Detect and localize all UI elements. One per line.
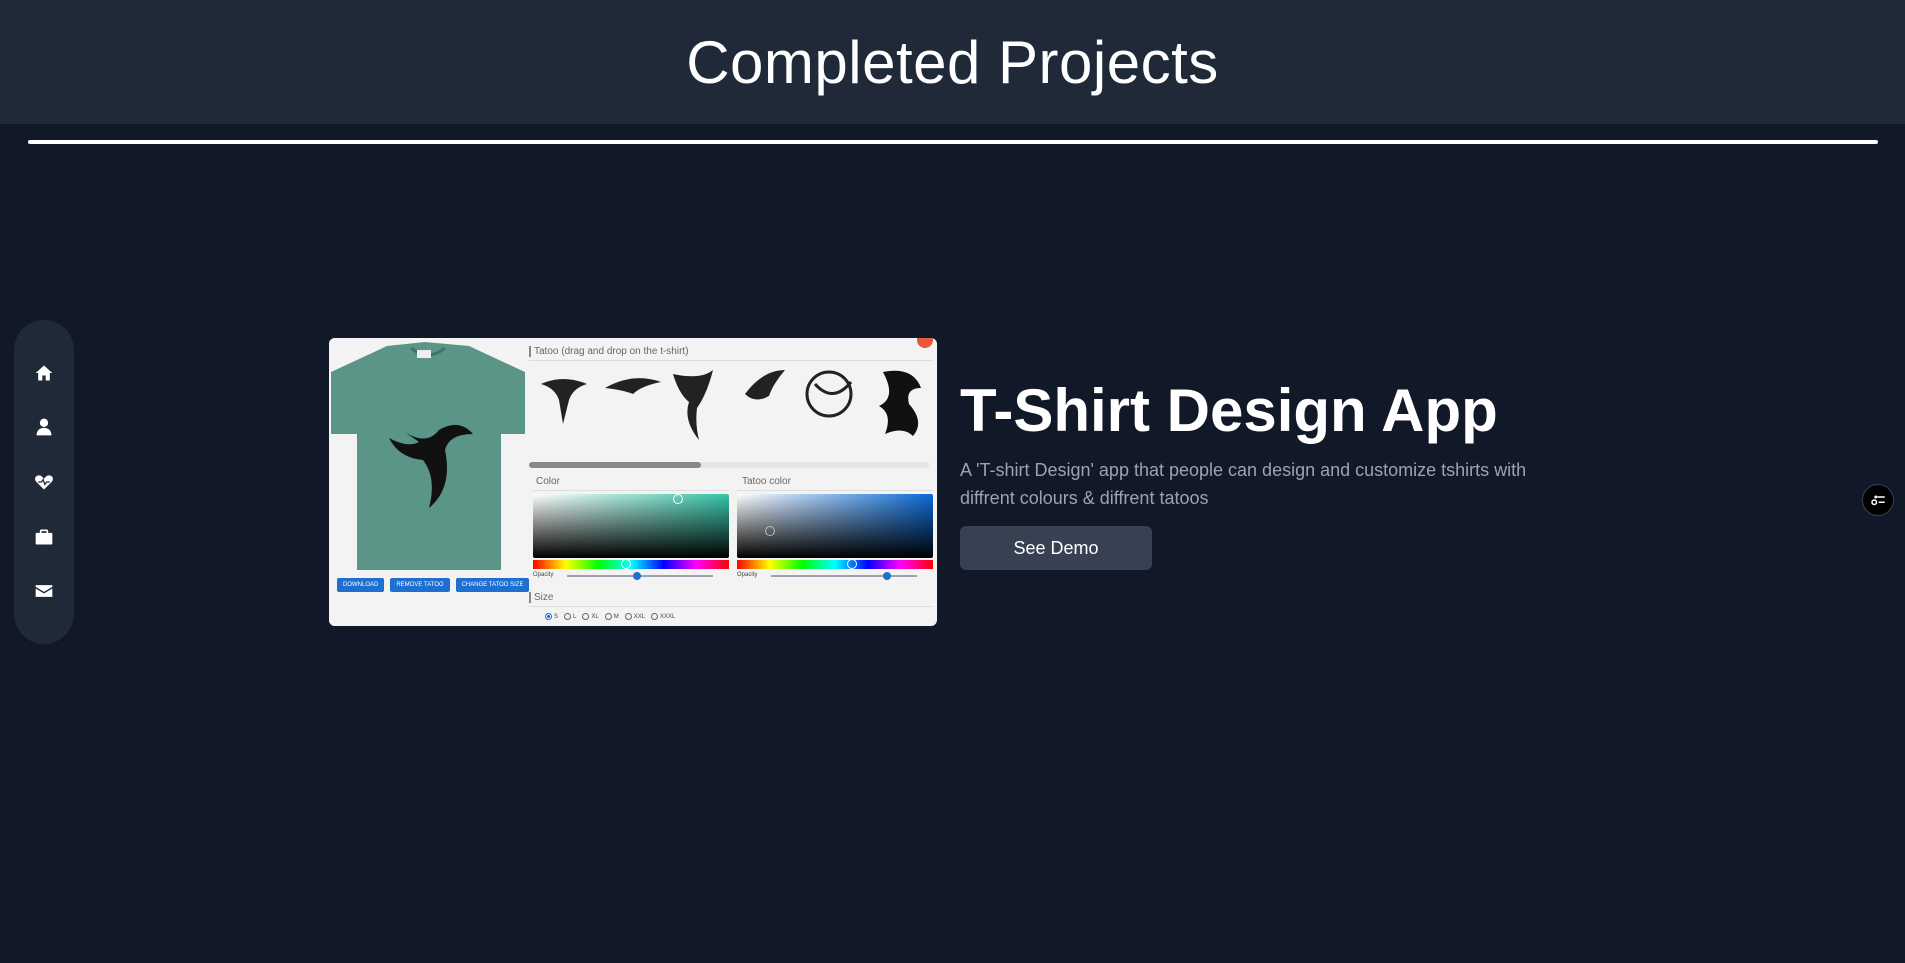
nav-about-button[interactable] — [24, 407, 64, 447]
color-section-line — [533, 490, 729, 491]
size-option: L — [564, 613, 576, 620]
shirt-color-picker — [533, 494, 729, 558]
tattoo-section-label: Tatoo (drag and drop on the t-shirt) — [529, 346, 689, 357]
radio-selected — [545, 613, 552, 620]
radio — [564, 613, 572, 620]
radio — [582, 613, 590, 620]
user-icon — [36, 418, 52, 436]
tattoo-hue-knob — [847, 559, 857, 569]
size-label: XXL — [633, 613, 646, 620]
tattoo-color-knob — [765, 526, 775, 536]
tattoo-color-section-label: Tatoo color — [742, 476, 791, 487]
size-label: S — [554, 613, 559, 620]
download-button: DOWNLOAD — [337, 578, 385, 592]
tattoo-color-section-line — [737, 490, 933, 491]
project-info: T-Shirt Design App A 'T-shirt Design' ap… — [960, 378, 1600, 570]
shirt-color-knob — [673, 494, 683, 504]
change-tattoo-size-button: CHANGE TATOO SIZE — [455, 578, 530, 592]
size-option: XXXL — [651, 613, 675, 620]
size-label: XL — [591, 613, 599, 620]
shirt-opacity-knob — [633, 572, 641, 580]
page-header: Completed Projects — [0, 0, 1905, 124]
project-screenshot: DOWNLOAD REMOVE TATOO CHANGE TATOO SIZE … — [329, 338, 937, 626]
tshirt-image — [331, 342, 525, 570]
tattoo-scrollbar-thumb — [529, 462, 701, 468]
tshirt-preview: DOWNLOAD REMOVE TATOO CHANGE TATOO SIZE — [329, 338, 530, 626]
color-section-label: Color — [536, 476, 560, 487]
page-title: Completed Projects — [686, 28, 1219, 96]
project-description: A 'T-shirt Design' app that people can d… — [960, 460, 1527, 508]
size-option: XL — [582, 613, 599, 620]
tattoo-opacity-track — [771, 575, 917, 577]
size-option: M — [604, 613, 619, 620]
side-navigation — [14, 320, 74, 644]
shirt-hue-knob — [621, 559, 631, 569]
close-dot-icon — [917, 338, 933, 348]
size-option: XXL — [624, 613, 646, 620]
tattoo-opacity-knob — [883, 572, 891, 580]
project-title: T-Shirt Design App — [960, 377, 1498, 444]
shirt-hue-slider — [533, 560, 729, 569]
size-label: M — [613, 613, 619, 620]
tattoo-hue-slider — [737, 560, 933, 569]
settings-toggle-icon — [1871, 495, 1885, 506]
nav-contact-button[interactable] — [24, 571, 64, 611]
envelope-icon — [35, 585, 53, 598]
header-divider — [28, 140, 1878, 144]
radio — [624, 613, 632, 620]
nav-home-button[interactable] — [24, 353, 64, 393]
tattoo-gallery — [541, 370, 921, 440]
see-demo-button[interactable]: See Demo — [960, 526, 1152, 570]
home-icon — [35, 365, 53, 381]
nav-skills-button[interactable] — [24, 462, 64, 502]
radio — [604, 613, 612, 620]
tattoo-opacity-label: Opacity — [737, 572, 758, 578]
size-section-label: Size — [529, 592, 553, 603]
shirt-opacity-label: Opacity — [533, 572, 554, 578]
briefcase-icon — [35, 529, 53, 545]
size-option: S — [545, 613, 558, 620]
size-section-line — [529, 606, 933, 607]
shirt-actions: DOWNLOAD REMOVE TATOO CHANGE TATOO SIZE — [337, 578, 530, 592]
size-label: XXXL — [660, 613, 676, 620]
remove-tattoo-button: REMOVE TATOO — [390, 578, 450, 592]
nav-projects-button[interactable] — [24, 517, 64, 557]
floating-settings-button[interactable] — [1862, 484, 1894, 516]
size-label: L — [573, 613, 577, 620]
size-options: S L XL M XXL XXXL — [545, 613, 675, 620]
heart-icon — [35, 475, 53, 490]
radio — [651, 613, 659, 620]
tattoo-section-line — [529, 360, 933, 361]
